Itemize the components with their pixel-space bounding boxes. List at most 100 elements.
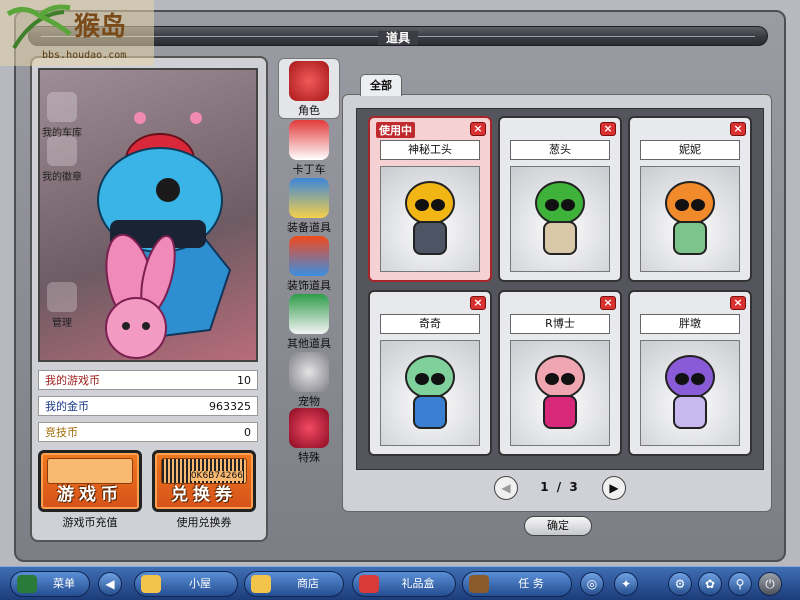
category-character[interactable]: 角色 — [278, 58, 340, 119]
next-page-button[interactable]: ▶ — [602, 476, 626, 500]
player-character-art — [97, 112, 232, 359]
item-name: 葱头 — [510, 140, 610, 160]
item-name: 奇奇 — [380, 314, 480, 334]
stat-arena-coins-value: 0 — [244, 425, 251, 439]
item-card[interactable]: × 葱头 — [498, 116, 622, 282]
watermark-text: 猴岛 — [74, 12, 127, 42]
character-preview: 我的车库 我的徽章 管理 — [38, 68, 258, 362]
category-special-label: 特殊 — [298, 451, 320, 464]
stat-game-coins: 我的游戏币 10 — [38, 370, 258, 390]
giftbox-button[interactable]: 礼品盒 — [352, 571, 456, 597]
stat-game-coins-value: 10 — [237, 373, 251, 387]
pager: ◀ 1 / 3 ▶ — [490, 476, 630, 500]
shop-button[interactable]: 商店 — [244, 571, 344, 597]
character-figure — [399, 175, 461, 263]
item-card[interactable]: × 胖墩 — [628, 290, 752, 456]
shop-label: 商店 — [297, 577, 319, 590]
character-figure — [529, 175, 591, 263]
use-coupon-caption: 使用兑换券 — [176, 516, 232, 529]
category-other-label: 其他道具 — [287, 337, 331, 350]
category-kart[interactable]: 卡丁车 — [278, 120, 340, 177]
item-name: 神秘工头 — [380, 140, 480, 160]
menu-icon — [17, 575, 37, 593]
magic-wand-button[interactable]: ✦ — [614, 572, 638, 596]
item-name: R博士 — [510, 314, 610, 334]
shop-icon — [251, 575, 271, 593]
compass-button[interactable]: ◎ — [580, 572, 604, 596]
category-equipment[interactable]: 装备道具 — [278, 178, 340, 235]
confirm-button[interactable]: 确定 — [524, 516, 592, 536]
close-icon[interactable]: × — [600, 122, 616, 136]
window-title: 道具 — [377, 31, 418, 45]
palm-tree-icon — [6, 4, 72, 50]
watermark-url: bbs.houdao.com — [42, 50, 127, 61]
tab-all[interactable]: 全部 — [360, 74, 402, 96]
stat-gold-coins-value: 963325 — [209, 399, 251, 413]
house-label: 小屋 — [189, 577, 211, 590]
category-pet[interactable]: 宠物 — [278, 352, 340, 409]
card-icon — [289, 294, 329, 334]
gift-icon — [359, 575, 379, 593]
item-name: 妮妮 — [640, 140, 740, 160]
close-icon[interactable]: × — [600, 296, 616, 310]
category-equipment-label: 装备道具 — [287, 221, 331, 234]
category-kart-label: 卡丁车 — [292, 163, 326, 176]
close-icon[interactable]: × — [470, 296, 486, 310]
search-button[interactable]: ⚲ — [728, 572, 752, 596]
item-card[interactable]: × R博士 — [498, 290, 622, 456]
category-special[interactable]: 特殊 — [278, 408, 340, 465]
menu-label: 菜单 — [53, 577, 75, 590]
close-icon[interactable]: × — [730, 296, 746, 310]
character-icon — [289, 61, 329, 101]
recharge-coins-face: 游戏币 — [57, 485, 123, 505]
goggles-icon — [289, 178, 329, 218]
stat-arena-coins: 竞技币 0 — [38, 422, 258, 442]
taskbar: 菜单 ◀ 小屋 商店 礼品盒 任 务 ◎ ✦ ⚙ ✿ ⚲ ⏻ — [0, 566, 800, 600]
recharge-coins-button[interactable]: 游戏币 — [38, 450, 142, 512]
item-preview — [510, 166, 610, 272]
settings-button[interactable]: ⚙ — [668, 572, 692, 596]
watermark-logo: 猴岛 bbs.houdao.com — [0, 0, 154, 66]
close-icon[interactable]: × — [730, 122, 746, 136]
item-name: 胖墩 — [640, 314, 740, 334]
character-figure — [659, 349, 721, 437]
item-card[interactable]: 使用中 × 神秘工头 — [368, 116, 492, 282]
category-decoration-label: 装饰道具 — [287, 279, 331, 292]
community-button[interactable]: ✿ — [698, 572, 722, 596]
cat-icon — [289, 352, 329, 392]
power-button[interactable]: ⏻ — [758, 572, 782, 596]
category-decoration[interactable]: 装饰道具 — [278, 236, 340, 293]
item-preview — [510, 340, 610, 446]
back-button[interactable]: ◀ — [98, 572, 122, 596]
stat-arena-coins-label: 竞技币 — [45, 426, 78, 439]
character-figure — [399, 349, 461, 437]
use-coupon-button[interactable]: 0K6B74266 兑换券 — [152, 450, 256, 512]
close-icon[interactable]: × — [470, 122, 486, 136]
item-card[interactable]: × 奇奇 — [368, 290, 492, 456]
character-figure — [529, 349, 591, 437]
item-preview — [640, 166, 740, 272]
menu-button[interactable]: 菜单 — [10, 571, 90, 597]
item-preview — [380, 340, 480, 446]
book-icon — [469, 575, 489, 593]
flame-icon — [289, 236, 329, 276]
stat-game-coins-label: 我的游戏币 — [45, 374, 100, 387]
stat-gold-coins: 我的金币 963325 — [38, 396, 258, 416]
item-preview — [380, 166, 480, 272]
category-character-label: 角色 — [298, 104, 320, 117]
category-other[interactable]: 其他道具 — [278, 294, 340, 351]
tasks-label: 任 务 — [518, 577, 544, 590]
item-card[interactable]: × 妮妮 — [628, 116, 752, 282]
giftbox-label: 礼品盒 — [401, 577, 435, 590]
kart-icon — [289, 120, 329, 160]
prev-page-button[interactable]: ◀ — [494, 476, 518, 500]
use-coupon-face: 兑换券 — [171, 485, 237, 505]
recharge-coins-caption: 游戏币充值 — [62, 516, 118, 529]
house-button[interactable]: 小屋 — [134, 571, 238, 597]
house-icon — [141, 575, 161, 593]
character-figure — [659, 175, 721, 263]
in-use-badge: 使用中 — [376, 122, 415, 138]
tasks-button[interactable]: 任 务 — [462, 571, 572, 597]
category-pet-label: 宠物 — [298, 395, 320, 408]
item-preview — [640, 340, 740, 446]
